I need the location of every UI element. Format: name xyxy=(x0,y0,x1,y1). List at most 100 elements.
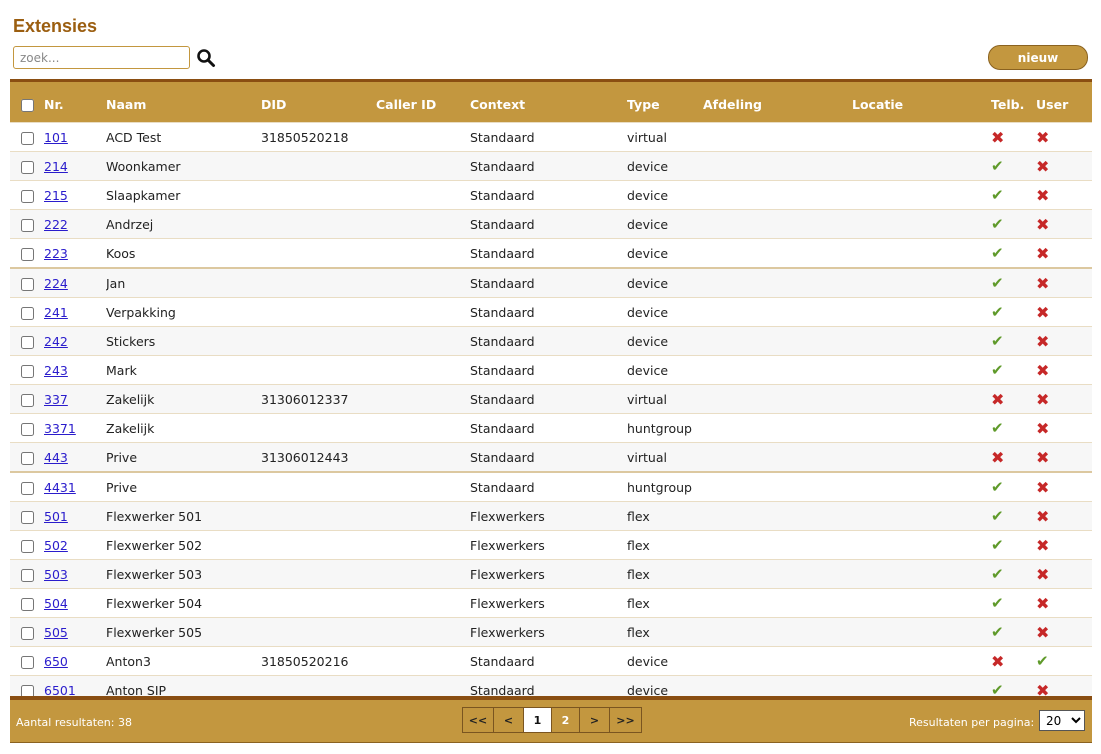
header-naam[interactable]: Naam xyxy=(106,79,261,123)
cell-afdeling xyxy=(703,180,852,210)
cell-locatie xyxy=(852,501,991,531)
search-input[interactable] xyxy=(13,46,190,69)
extension-number-link[interactable]: 650 xyxy=(44,654,68,669)
extension-number-link[interactable]: 502 xyxy=(44,538,68,553)
cell-nr: 501 xyxy=(44,501,106,531)
cell-type: device xyxy=(627,297,703,327)
row-select-cell[interactable] xyxy=(10,530,44,560)
extension-number-link[interactable]: 241 xyxy=(44,305,68,320)
page-button-2[interactable]: 2 xyxy=(552,707,580,733)
check-icon: ✔ xyxy=(991,536,1004,554)
cell-callerid xyxy=(376,530,470,560)
search-icon[interactable] xyxy=(196,48,216,68)
row-select-cell[interactable] xyxy=(10,238,44,268)
row-checkbox[interactable] xyxy=(21,539,34,553)
extension-number-link[interactable]: 3371 xyxy=(44,421,76,436)
row-checkbox[interactable] xyxy=(21,597,34,611)
extension-number-link[interactable]: 505 xyxy=(44,625,68,640)
cell-type: device xyxy=(627,209,703,239)
header-user[interactable]: User xyxy=(1036,79,1092,123)
row-select-cell[interactable] xyxy=(10,501,44,531)
row-checkbox[interactable] xyxy=(21,568,34,582)
row-checkbox[interactable] xyxy=(21,189,34,203)
row-select-cell[interactable] xyxy=(10,355,44,385)
header-type[interactable]: Type xyxy=(627,79,703,123)
row-select-cell[interactable] xyxy=(10,617,44,647)
prev-page-button[interactable]: < xyxy=(494,707,524,733)
next-page-button[interactable]: > xyxy=(580,707,610,733)
row-checkbox[interactable] xyxy=(21,277,34,291)
extension-number-link[interactable]: 504 xyxy=(44,596,68,611)
extension-number-link[interactable]: 443 xyxy=(44,450,68,465)
cross-icon: ✖ xyxy=(1036,535,1050,555)
extension-number-link[interactable]: 214 xyxy=(44,159,68,174)
extension-number-link[interactable]: 4431 xyxy=(44,480,76,495)
extension-number-link[interactable]: 503 xyxy=(44,567,68,582)
pagination: << < 1 2 > >> xyxy=(462,707,642,733)
row-select-cell[interactable] xyxy=(10,588,44,618)
row-select-cell[interactable] xyxy=(10,267,44,298)
extension-number-link[interactable]: 337 xyxy=(44,392,68,407)
header-nr[interactable]: Nr. xyxy=(44,79,106,123)
row-select-cell[interactable] xyxy=(10,326,44,356)
row-checkbox[interactable] xyxy=(21,626,34,640)
cell-locatie xyxy=(852,646,991,676)
header-telb[interactable]: Telb. xyxy=(991,79,1036,123)
extension-number-link[interactable]: 215 xyxy=(44,188,68,203)
per-page-select[interactable]: 20 xyxy=(1039,710,1085,731)
extension-number-link[interactable]: 223 xyxy=(44,246,68,261)
row-select-cell[interactable] xyxy=(10,559,44,589)
cell-did xyxy=(261,267,376,298)
row-select-cell[interactable] xyxy=(10,180,44,210)
cell-naam: Flexwerker 502 xyxy=(106,530,261,560)
row-select-cell[interactable] xyxy=(10,151,44,181)
row-select-cell[interactable] xyxy=(10,471,44,502)
first-page-button[interactable]: << xyxy=(462,707,494,733)
last-page-button[interactable]: >> xyxy=(610,707,642,733)
row-checkbox[interactable] xyxy=(21,218,34,232)
row-checkbox[interactable] xyxy=(21,306,34,320)
cell-did xyxy=(261,297,376,327)
select-all-checkbox[interactable] xyxy=(21,98,34,112)
row-checkbox[interactable] xyxy=(21,364,34,378)
row-checkbox[interactable] xyxy=(21,393,34,407)
header-afdeling[interactable]: Afdeling xyxy=(703,79,852,123)
row-checkbox[interactable] xyxy=(21,247,34,261)
row-select-cell[interactable] xyxy=(10,384,44,414)
row-select-cell[interactable] xyxy=(10,297,44,327)
row-checkbox[interactable] xyxy=(21,422,34,436)
extension-number-link[interactable]: 243 xyxy=(44,363,68,378)
row-checkbox[interactable] xyxy=(21,481,34,495)
row-select-cell[interactable] xyxy=(10,413,44,443)
page-button-1[interactable]: 1 xyxy=(524,707,552,733)
header-select-all[interactable] xyxy=(10,79,44,123)
extension-number-link[interactable]: 101 xyxy=(44,130,68,145)
check-icon: ✔ xyxy=(991,361,1004,379)
extension-number-link[interactable]: 224 xyxy=(44,276,68,291)
cell-naam: Anton3 xyxy=(106,646,261,676)
extension-number-link[interactable]: 222 xyxy=(44,217,68,232)
cell-nr: 242 xyxy=(44,326,106,356)
table-row: 337 Zakelijk 31306012337 Standaard virtual ✖ ✖ xyxy=(10,384,1092,414)
header-context[interactable]: Context xyxy=(470,79,627,123)
header-did[interactable]: DID xyxy=(261,79,376,123)
cell-did xyxy=(261,413,376,443)
row-checkbox[interactable] xyxy=(21,131,34,145)
row-select-cell[interactable] xyxy=(10,209,44,239)
row-select-cell[interactable] xyxy=(10,442,44,472)
header-locatie[interactable]: Locatie xyxy=(852,79,991,123)
cell-nr: 502 xyxy=(44,530,106,560)
check-icon: ✔ xyxy=(991,623,1004,641)
row-select-cell[interactable] xyxy=(10,122,44,152)
extension-number-link[interactable]: 242 xyxy=(44,334,68,349)
cell-locatie xyxy=(852,122,991,152)
row-checkbox[interactable] xyxy=(21,335,34,349)
row-select-cell[interactable] xyxy=(10,646,44,676)
row-checkbox[interactable] xyxy=(21,451,34,465)
extension-number-link[interactable]: 501 xyxy=(44,509,68,524)
row-checkbox[interactable] xyxy=(21,160,34,174)
row-checkbox[interactable] xyxy=(21,655,34,669)
new-extension-button[interactable]: nieuw xyxy=(988,45,1088,70)
header-callerid[interactable]: Caller ID xyxy=(376,79,470,123)
row-checkbox[interactable] xyxy=(21,510,34,524)
